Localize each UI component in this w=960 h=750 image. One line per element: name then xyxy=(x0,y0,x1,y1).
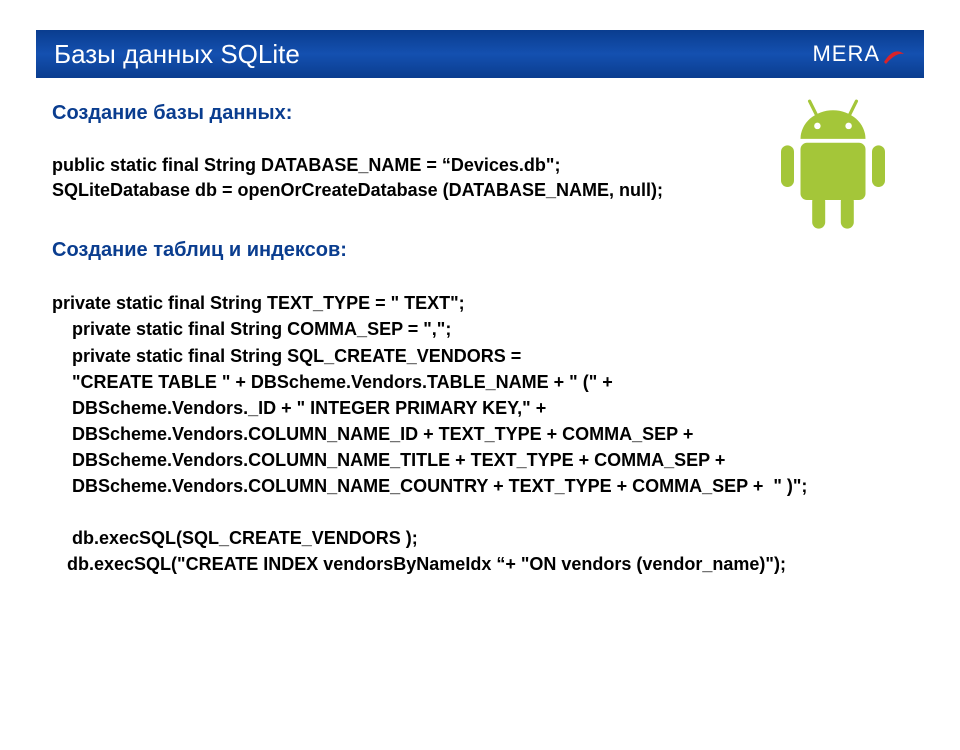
content-area: Создание базы данных: public static fina… xyxy=(0,78,960,577)
slide-title: Базы данных SQLite xyxy=(54,39,300,70)
slide: Базы данных SQLite MERA xyxy=(0,30,960,750)
title-bar: Базы данных SQLite MERA xyxy=(36,30,924,78)
brand-logo: MERA xyxy=(812,41,906,67)
code-block-tables-indexes: private static final String TEXT_TYPE = … xyxy=(52,290,908,577)
android-icon xyxy=(768,96,898,226)
logo-swoosh-icon xyxy=(882,42,906,66)
logo-text: MERA xyxy=(812,41,880,67)
